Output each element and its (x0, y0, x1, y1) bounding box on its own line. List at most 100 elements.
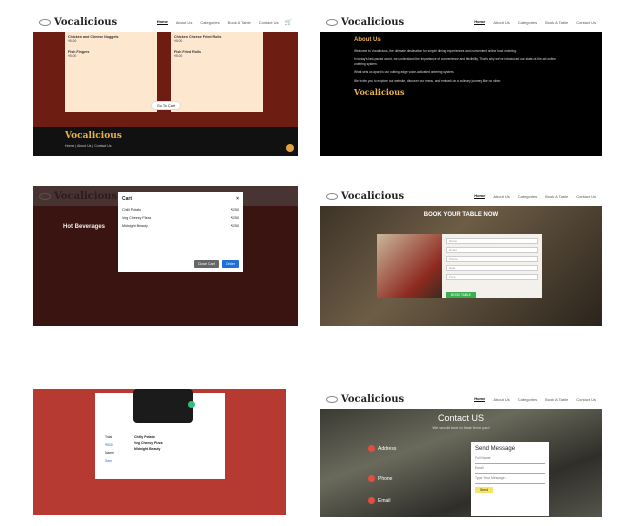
about-paragraph: We invite you to explore our website, di… (354, 78, 501, 83)
about-title: About Us (354, 37, 381, 43)
phone-icon (368, 475, 375, 482)
receipt-columns: Total ₹500 Name Sam Chilly Potato Veg Ch… (105, 435, 163, 467)
cart-item: Veg Cheesy Pizza ₹250 (122, 216, 239, 220)
receipt-item: Veg Cheesy Pizza (134, 441, 163, 445)
screenshot-grid: Vocalicious Home About Us Categories Boo… (0, 0, 617, 526)
nav-about[interactable]: About Us (493, 20, 509, 25)
nav-book[interactable]: Book A Table (545, 194, 568, 199)
dish-price: ₹5.00 (68, 39, 77, 43)
contact-title: Contact US (437, 413, 485, 423)
about-paragraph: In today's fast-paced world, we understa… (354, 57, 556, 66)
footer-brand: Vocalicious (354, 86, 405, 97)
close-cart-button[interactable]: Close Cart (193, 260, 219, 268)
email-icon (368, 497, 375, 504)
dish-item: Chicken Cheese Fried Rolls ₹5.00 (174, 35, 260, 43)
nav-contact[interactable]: Contact Us (259, 20, 279, 25)
brand[interactable]: Vocalicious (326, 394, 404, 405)
booking-screenshot: Vocalicious Home About Us Categories Boo… (320, 186, 602, 326)
brand[interactable]: Vocalicious (39, 191, 117, 202)
nav-home[interactable]: Home (156, 19, 168, 25)
navbar: Vocalicious Home About Us Categories Boo… (320, 186, 602, 206)
nav-categories[interactable]: Categories (518, 194, 537, 199)
date-field[interactable]: Date (446, 265, 538, 271)
nav-contact[interactable]: Contact Us (576, 194, 596, 199)
cart-item: Midnight Beauty ₹250 (122, 224, 239, 228)
address-label: Address (378, 445, 397, 452)
message-input[interactable]: Type Your Message... (475, 476, 545, 484)
about-section: About Us Welcome to Vocalicious, the ult… (320, 32, 602, 156)
time-field[interactable]: Time (446, 274, 538, 280)
item-name: Midnight Beauty (122, 224, 148, 228)
logo-icon (326, 395, 338, 403)
close-icon[interactable]: × (236, 196, 239, 202)
order-button[interactable]: Order (221, 260, 239, 268)
nav-about[interactable]: About Us (176, 20, 192, 25)
logo-icon (39, 18, 51, 26)
receipt-item: Midnight Beauty (134, 447, 161, 451)
brand-text: Vocalicious (54, 190, 118, 202)
dish-item: Fish Fingers ₹5.00 (68, 50, 154, 58)
total-label: Total (105, 435, 113, 439)
booking-form: Name Email Phone Date Time BOOK TABLE (442, 234, 542, 298)
full-name-input[interactable]: Full Name (475, 456, 545, 464)
nav-categories[interactable]: Categories (200, 20, 219, 25)
send-message-form: Send Message Full Name Email Type Your M… (471, 442, 549, 516)
nav-book[interactable]: Book A Table (228, 20, 251, 25)
dark-card (133, 389, 193, 423)
logo-icon (39, 192, 51, 200)
nav-home[interactable]: Home (474, 396, 486, 402)
dish-item: Fish Fried Rolls ₹5.00 (174, 50, 260, 58)
receipt-summary: Total ₹500 Name Sam (105, 435, 114, 467)
email-input[interactable]: Email (475, 466, 545, 474)
dish-item: Chicken and Cheese Nuggets ₹5.00 (68, 35, 154, 43)
nav-home[interactable]: Home (474, 193, 486, 199)
navbar: Vocalicious Home About Us Categories Boo… (320, 12, 602, 32)
item-price: ₹250 (230, 216, 239, 220)
name-field[interactable]: Name (446, 238, 538, 244)
dish-price: ₹5.00 (174, 39, 183, 43)
item-name: Veg Cheesy Pizza (122, 216, 152, 220)
nav-about[interactable]: About Us (493, 397, 509, 402)
chat-icon[interactable] (286, 144, 294, 152)
about-paragraph: What sets us apart is our cutting-edge v… (354, 70, 455, 75)
nav-categories[interactable]: Categories (518, 20, 537, 25)
dish-price: ₹5.00 (174, 54, 183, 58)
cart-item: Chilli Potato ₹250 (122, 208, 239, 212)
location-icon (368, 445, 375, 452)
send-button[interactable]: Send (475, 487, 493, 493)
go-to-cart-button[interactable]: Go To Cart (151, 101, 181, 110)
footer-links[interactable]: Home | About Us | Contact Us (65, 144, 112, 148)
address-block: Address (368, 445, 396, 452)
receipt-item: Chilly Potato (134, 435, 155, 439)
cart-icon[interactable]: 🛒 (285, 19, 292, 26)
modal-header: Cart × (122, 196, 239, 202)
go-to-cart-label: Go To Cart (156, 103, 176, 108)
cart-modal-screenshot: Vocalicious Hot Beverages Cart × Chilli P… (33, 186, 298, 326)
brand-text: Vocalicious (341, 16, 405, 28)
book-table-button[interactable]: BOOK TABLE (446, 292, 476, 298)
logo-icon (326, 18, 338, 26)
menu-screenshot: Vocalicious Home About Us Categories Boo… (33, 12, 298, 156)
navbar: Vocalicious Home About Us Categories Boo… (33, 12, 298, 32)
status-icon (188, 401, 195, 408)
nav-home[interactable]: Home (474, 19, 486, 25)
footer-brand: Vocalicious (65, 131, 122, 141)
menu-card-left: Chicken and Cheese Nuggets ₹5.00 Fish Fin… (65, 32, 157, 112)
brand-text: Vocalicious (341, 393, 405, 405)
nav-book[interactable]: Book A Table (545, 397, 568, 402)
email-field[interactable]: Email (446, 247, 538, 253)
brand[interactable]: Vocalicious (326, 17, 404, 28)
nav-book[interactable]: Book A Table (545, 20, 568, 25)
navbar: Vocalicious Home About Us Categories Boo… (320, 389, 602, 409)
modal-actions: Close Cart Order (193, 260, 239, 268)
name-value: Sam (105, 459, 112, 463)
brand[interactable]: Vocalicious (326, 191, 404, 202)
contact-screenshot: Vocalicious Home About Us Categories Boo… (320, 389, 602, 517)
nav-contact[interactable]: Contact Us (576, 397, 596, 402)
nav-categories[interactable]: Categories (518, 397, 537, 402)
nav-contact[interactable]: Contact Us (576, 20, 596, 25)
brand[interactable]: Vocalicious (39, 17, 117, 28)
brand-text: Vocalicious (341, 190, 405, 202)
phone-field[interactable]: Phone (446, 256, 538, 262)
nav-about[interactable]: About Us (493, 194, 509, 199)
